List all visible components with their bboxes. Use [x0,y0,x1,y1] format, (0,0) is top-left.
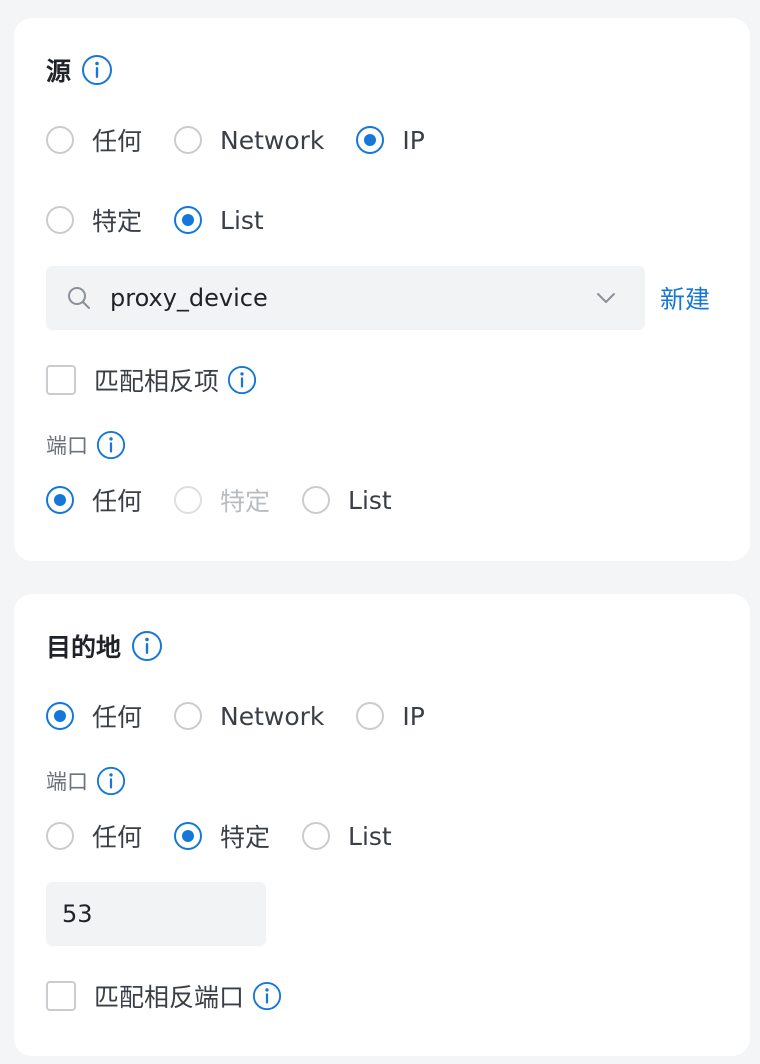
radio-label: List [220,205,264,235]
radio-circle[interactable] [174,702,203,730]
search-icon [68,287,90,309]
destination-port-specific-radio[interactable]: 特定 [174,818,270,854]
radio-label: IP [402,701,425,731]
destination-invert-label: 匹配相反端口 [94,983,245,1012]
source-port-info-icon[interactable] [96,430,126,460]
radio-circle[interactable] [302,486,331,514]
source-port-list-radio[interactable]: List [302,486,392,515]
radio-circle[interactable] [174,822,203,850]
chevron-down-icon [597,293,615,303]
destination-invert-checkbox[interactable] [46,981,76,1011]
radio-circle[interactable] [46,126,74,154]
source-port-any-radio[interactable]: 任何 [46,482,142,518]
source-card: 源 任何 Network IP 特定 List proxy_device 新建 … [14,18,750,561]
radio-label: 任何 [92,823,143,852]
destination-title-row: 目的地 [46,628,163,664]
source-type-network-radio[interactable]: Network [174,126,324,155]
source-title-row: 源 [46,52,113,88]
source-port-radio-group: 任何 特定 List [46,482,424,518]
source-ip-specific-radio[interactable]: 特定 [46,202,142,238]
source-ip-mode-radio-group: 特定 List [46,202,296,238]
radio-label: 特定 [92,207,143,236]
source-list-select-value: proxy_device [110,284,268,312]
destination-port-radio-group: 任何 特定 List [46,818,424,854]
radio-circle[interactable] [302,822,331,850]
destination-invert-info-icon[interactable] [252,981,282,1011]
source-title: 源 [46,57,72,86]
radio-label: Network [220,701,325,731]
radio-label: List [348,821,392,851]
radio-label: 特定 [220,487,271,516]
destination-type-any-radio[interactable]: 任何 [46,698,142,734]
destination-card: 目的地 任何 Network IP 端口 任何 特定 List 53 匹配相反端… [14,594,750,1056]
radio-circle[interactable] [356,126,385,154]
destination-invert-checkbox-row[interactable]: 匹配相反端口 [46,978,282,1014]
radio-label: 任何 [92,127,143,156]
source-type-ip-radio[interactable]: IP [356,125,425,155]
destination-port-any-radio[interactable]: 任何 [46,818,142,854]
radio-circle[interactable] [356,702,385,730]
radio-label: 任何 [92,703,143,732]
radio-circle[interactable] [174,486,203,514]
source-info-icon[interactable] [81,54,113,86]
source-invert-checkbox-row[interactable]: 匹配相反项 [46,362,257,398]
destination-port-info-icon[interactable] [96,766,126,796]
destination-info-icon[interactable] [131,630,163,662]
radio-circle[interactable] [46,486,74,514]
radio-circle[interactable] [46,702,74,730]
radio-label: 特定 [220,823,271,852]
source-type-any-radio[interactable]: 任何 [46,122,142,158]
radio-label: Network [220,125,325,155]
radio-circle[interactable] [174,206,203,234]
destination-type-ip-radio[interactable]: IP [356,701,425,731]
source-type-radio-group: 任何 Network IP [46,122,457,158]
source-port-label: 端口 [46,434,88,458]
destination-type-radio-group: 任何 Network IP [46,698,457,734]
destination-port-label-row: 端口 [46,766,126,796]
destination-port-input[interactable] [46,882,266,946]
new-list-link[interactable]: 新建 [660,280,710,316]
radio-label: List [348,485,392,515]
source-invert-info-icon[interactable] [227,365,257,395]
radio-circle[interactable] [46,822,74,850]
source-list-select[interactable]: proxy_device [46,266,645,330]
radio-label: 任何 [92,487,143,516]
source-invert-label: 匹配相反项 [94,367,220,396]
source-port-specific-radio[interactable]: 特定 [174,482,270,518]
source-port-label-row: 端口 [46,430,126,460]
destination-type-network-radio[interactable]: Network [174,702,324,731]
radio-label: IP [402,125,425,155]
destination-port-label: 端口 [46,770,88,794]
destination-port-list-radio[interactable]: List [302,822,392,851]
source-ip-list-radio[interactable]: List [174,206,264,235]
radio-circle[interactable] [174,126,203,154]
destination-title: 目的地 [46,633,122,662]
radio-circle[interactable] [46,206,74,234]
source-invert-checkbox[interactable] [46,365,76,395]
